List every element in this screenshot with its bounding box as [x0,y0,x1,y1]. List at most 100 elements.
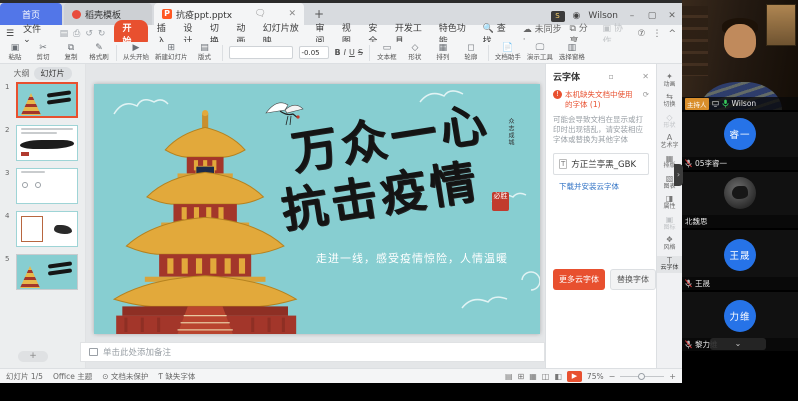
view-reading-icon[interactable]: ◫ [542,372,550,381]
strip-cloud-font[interactable]: T云字体 [657,256,682,273]
collapse-ribbon-icon[interactable]: ^ [669,29,677,39]
missing-font-item[interactable]: T 方正兰亭黑_GBK [553,153,649,175]
mic-muted-icon [685,279,692,288]
participant-tile-liliwei[interactable]: 力维 黎力维 ⌄ [682,292,798,351]
strip-style[interactable]: ❖风格 [657,235,682,252]
participant-tile-beiweisi[interactable]: 北魏思 [682,172,798,228]
mini-tower-art [21,93,41,115]
strikethrough-button[interactable]: S [358,48,363,57]
participant-avatar: 睿一 [724,118,756,150]
mic-muted-icon [685,159,692,168]
arrange-button[interactable]: ▦排列 [432,44,454,61]
tab-slides[interactable]: 幻灯片 [34,67,72,80]
missing-font-status[interactable]: Ƭ 缺失字体 [158,371,195,382]
strip-icons[interactable]: ▣图标 [657,215,682,232]
meeting-panel-collapse-handle[interactable]: › [674,164,683,186]
minimize-button[interactable]: – [626,11,638,21]
hamburger-menu-icon[interactable]: ☰ [6,29,14,39]
strip-transition[interactable]: ⇆切换 [657,92,682,109]
meeting-participant-panel: 主持人 Wilson 睿一 05李睿一 北魏思 王晟 王晟 力维 黎力维 [682,0,798,401]
red-seal-stamp[interactable]: 必胜 [492,192,509,211]
strip-shapes[interactable]: ◇形状 [657,113,682,130]
maximize-button[interactable]: ▢ [646,11,658,21]
zoom-slider-knob[interactable] [638,373,645,380]
shapes-button[interactable]: ◇形状 [404,44,426,61]
close-tab-icon[interactable]: ✕ [288,9,296,19]
format-painter-button[interactable]: ✎格式刷 [88,44,110,61]
close-window-button[interactable]: ✕ [666,11,678,21]
outline-button[interactable]: ◻轮廓 [460,44,482,61]
help-icon[interactable]: ⑦ [637,29,645,39]
italic-button[interactable]: I [344,48,346,57]
add-slide-button[interactable]: + [18,351,48,362]
ribbon-toolbar: ▣粘贴 ✂剪切 ⧉复制 ✎格式刷 ▶从头开始 ⊞新建幻灯片 ▤版式 -0.05 … [0,42,682,64]
print-icon[interactable]: ⎙ [73,29,80,39]
slide-thumbnail-1[interactable] [16,82,78,118]
paste-button[interactable]: ▣粘贴 [4,44,26,61]
font-size-input[interactable]: -0.05 [299,46,329,59]
tab-docer-label: 稻壳模板 [85,8,121,21]
comment-bubble-icon[interactable]: 🗨 [255,9,266,19]
zoom-level[interactable]: 75% [587,372,604,381]
participant-name: Wilson [732,99,757,108]
slide-thumbnail-2[interactable] [16,125,78,161]
participant-name: 王晟 [695,278,710,289]
slide-thumbnail-4[interactable] [16,211,78,247]
slide-canvas[interactable]: 万众一心 抗击疫情 必胜 众志成城 走进一线，感受疫情惊险，人情温暖 [94,84,540,334]
view-notes-icon[interactable]: ▤ [505,372,513,381]
present-tools-button[interactable]: 🖵演示工具 [527,44,553,61]
slideshow-play-button[interactable]: ▶ [567,371,582,382]
document-protection-status[interactable]: ⊙ 文档未保护 [102,371,148,382]
replace-font-button[interactable]: 替换字体 [610,269,656,290]
notes-placeholder: 单击此处添加备注 [103,346,171,358]
theme-name: Office 主题 [53,371,92,382]
font-name-input[interactable] [229,46,293,59]
quick-access-toolbar: ▤ ⎙ ↺ ↻ [60,29,106,39]
selection-pane-button[interactable]: ▥选择窗格 [559,44,585,61]
cut-button[interactable]: ✂剪切 [32,44,54,61]
download-install-link[interactable]: 下载并安装云字体 [559,181,649,192]
host-badge: 主持人 [685,98,709,110]
undo-icon[interactable]: ↺ [85,29,93,39]
save-icon[interactable]: ▤ [60,29,69,39]
doc-assistant-button[interactable]: 📄文档助手 [495,44,521,61]
zoom-out-button[interactable]: − [609,372,616,381]
underline-button[interactable]: U [349,48,355,57]
participant-tile-wangsheng[interactable]: 王晟 王晟 [682,230,798,290]
participant-tile-wilson[interactable]: 主持人 Wilson [682,0,798,110]
slide-thumbnail-3[interactable] [16,168,78,204]
textbox-button[interactable]: ▭文本框 [376,44,398,61]
popout-pane-icon[interactable]: ▫ [603,72,613,81]
slide-subtitle[interactable]: 走进一线，感受疫情惊险，人情温暖 [292,250,532,266]
zoom-slider[interactable] [620,376,664,377]
tab-document-label: 抗疫ppt.pptx [176,8,232,21]
view-split-icon[interactable]: ◧ [554,372,562,381]
slide-thumbnail-panel: 大纲 幻灯片 1 2 3 4 [0,64,86,368]
mic-on-icon [722,99,729,108]
bold-button[interactable]: B [335,48,341,57]
strip-properties[interactable]: ◨属性 [657,194,682,211]
redo-icon[interactable]: ↻ [98,29,106,39]
view-normal-icon[interactable]: ⊞ [518,372,525,381]
scroll-participants-down-button[interactable]: ⌄ [710,338,766,350]
participant-tile-lirui[interactable]: 睿一 05李睿一 [682,112,798,170]
slide-layout-button[interactable]: ▤版式 [194,44,216,61]
play-from-start-button[interactable]: ▶从头开始 [123,44,149,61]
view-sorter-icon[interactable]: ▦ [529,372,537,381]
strip-animation[interactable]: ✦动画 [657,72,682,89]
menu-bar: ☰ 文件 ⌄ ▤ ⎙ ↺ ↻ 开始 插入 设计 切换 动画 幻灯片放映 审阅 视… [0,25,682,42]
strip-wordart[interactable]: A艺术字 [657,133,682,150]
refresh-icon[interactable]: ⟳ [643,90,649,110]
user-name[interactable]: Wilson [588,11,618,21]
more-cloud-fonts-button[interactable]: 更多云字体 [553,269,605,290]
close-pane-icon[interactable]: ✕ [637,72,649,81]
signature-mark: 众志成城 [506,118,515,146]
slide-thumbnail-5[interactable] [16,254,78,290]
pane-title: 云字体 [553,70,580,83]
new-slide-button[interactable]: ⊞新建幻灯片 [155,44,188,61]
copy-button[interactable]: ⧉复制 [60,44,82,61]
zoom-in-button[interactable]: + [669,372,676,381]
tab-outline[interactable]: 大纲 [14,68,30,79]
more-icon[interactable]: ⋮ [653,29,662,39]
notes-input[interactable]: 单击此处添加备注 [80,342,545,362]
